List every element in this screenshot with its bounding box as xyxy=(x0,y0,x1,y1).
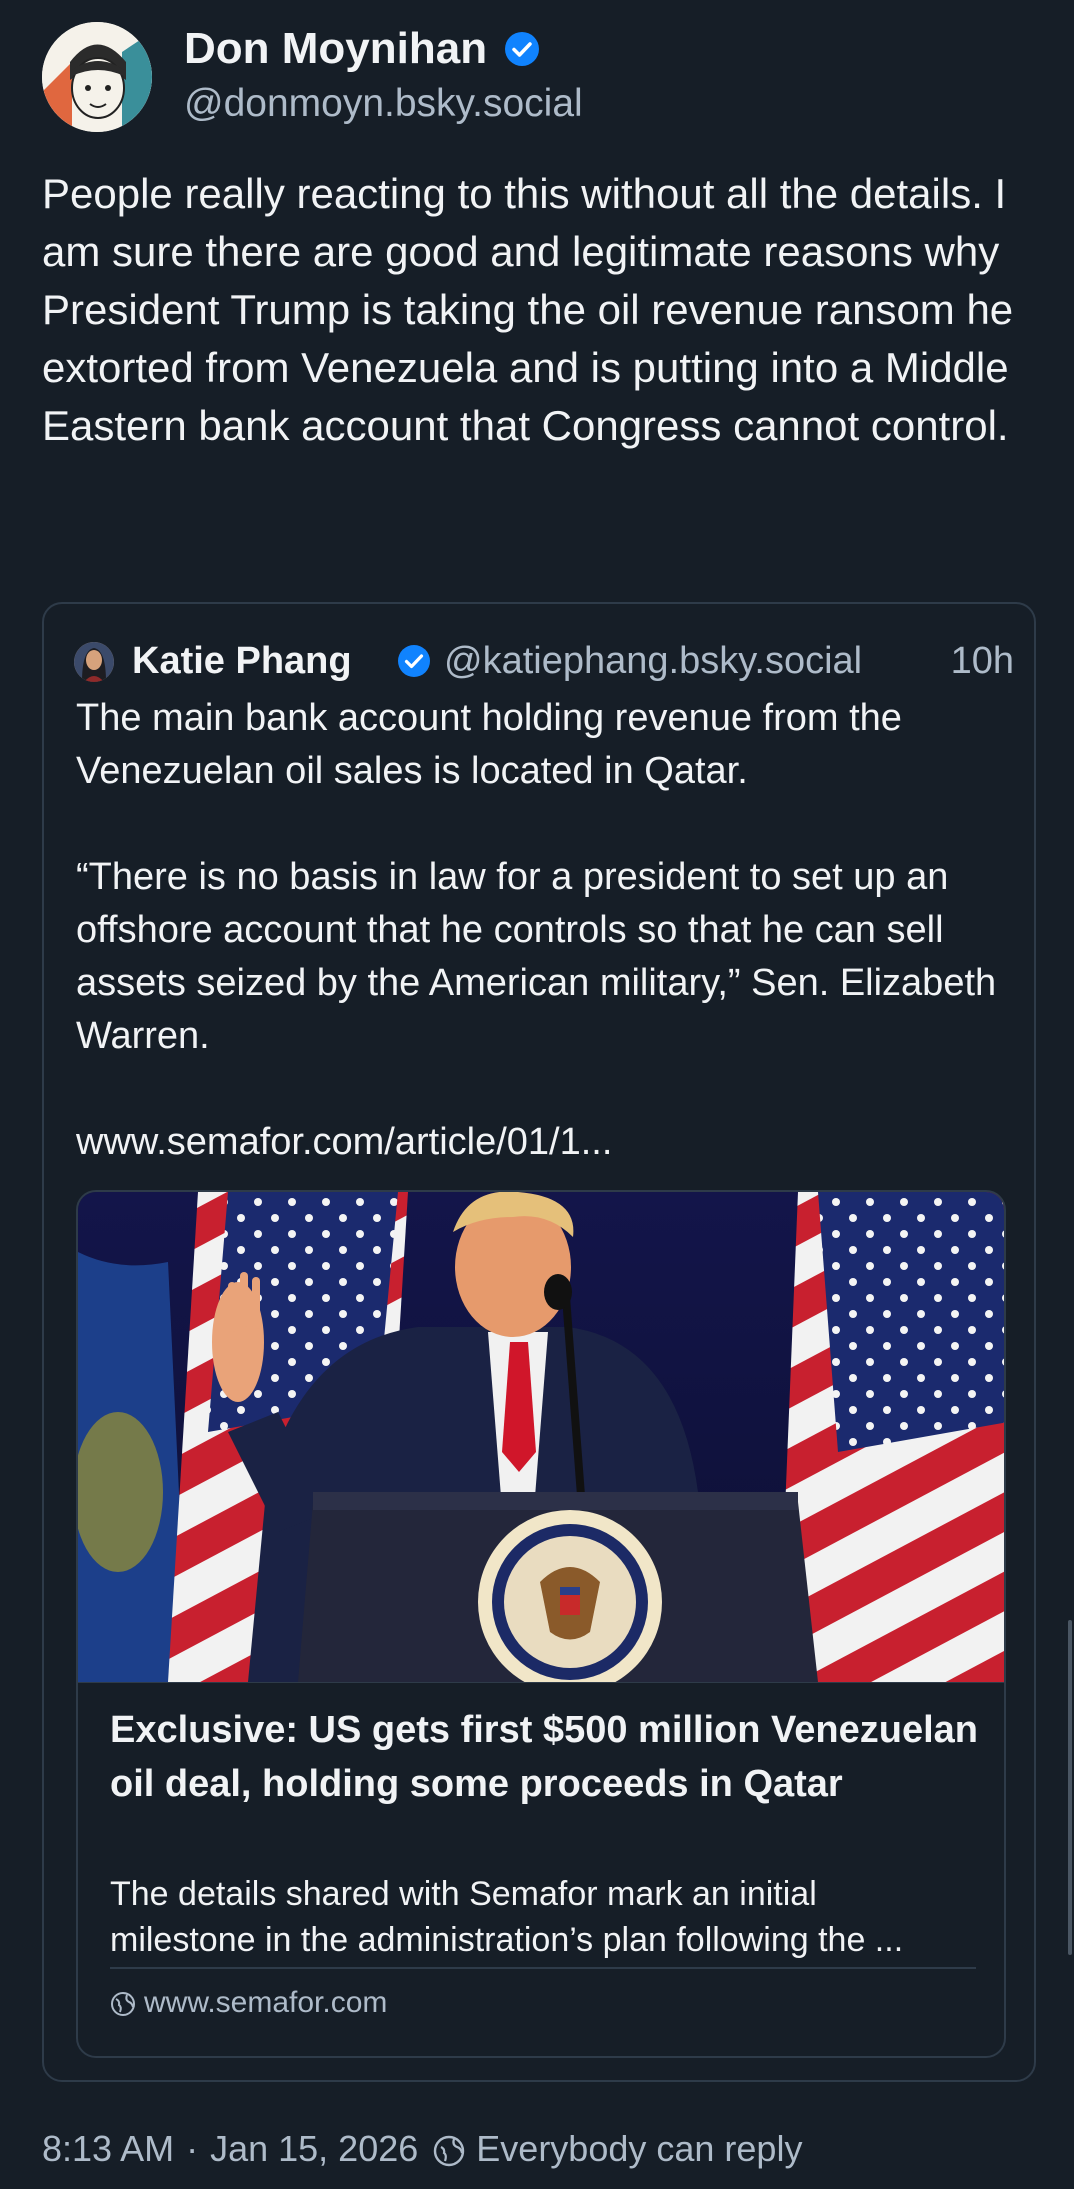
quoted-post-time[interactable]: 10h xyxy=(951,640,1014,683)
link-preview-divider xyxy=(110,1967,976,1969)
reply-restriction-icon xyxy=(434,2135,465,2167)
meta-separator: · xyxy=(186,2128,199,2169)
reply-setting[interactable]: Everybody can reply xyxy=(476,2128,802,2169)
verified-badge-icon xyxy=(398,645,430,677)
link-preview-description: The details shared with Semafor mark an … xyxy=(110,1875,904,1959)
author-display-name[interactable]: Don Moynihan xyxy=(184,24,487,74)
scrollbar[interactable] xyxy=(1068,1620,1072,1955)
post-timestamp[interactable]: 8:13 AM xyxy=(42,2128,174,2169)
link-preview-domain-text: www.semafor.com xyxy=(144,1986,388,2019)
post-text: People really reacting to this without a… xyxy=(42,170,1014,449)
quoted-post-header: Katie Phang @katiephang.bsky.social 10h xyxy=(74,636,1014,686)
verified-badge-icon xyxy=(504,32,539,66)
link-preview-body: Exclusive: US gets first $500 million Ve… xyxy=(78,1682,1004,2056)
quoted-author-handle[interactable]: @katiephang.bsky.social xyxy=(444,640,862,683)
quoted-post-text: The main bank account holding revenue fr… xyxy=(76,697,997,1163)
author-handle[interactable]: @donmoyn.bsky.social xyxy=(184,82,583,126)
quoted-author-display-name[interactable]: Katie Phang xyxy=(132,640,352,683)
link-preview-image xyxy=(78,1192,1004,1694)
post-meta: 8:13 AM · Jan 15, 2026 Everybody can reply xyxy=(42,2128,802,2170)
quoted-author-avatar[interactable] xyxy=(74,642,114,682)
link-preview-domain[interactable]: www.semafor.com xyxy=(110,1986,387,2020)
post-date[interactable]: Jan 15, 2026 xyxy=(210,2128,418,2169)
post-header: Don Moynihan @donmoyn.bsky.social xyxy=(42,22,1042,132)
link-preview-card[interactable]: Exclusive: US gets first $500 million Ve… xyxy=(76,1190,1006,2058)
globe-icon xyxy=(111,1992,135,2016)
quoted-post[interactable]: Katie Phang @katiephang.bsky.social 10h … xyxy=(42,602,1036,2082)
link-preview-title[interactable]: Exclusive: US gets first $500 million Ve… xyxy=(110,1703,980,1811)
author-avatar[interactable] xyxy=(42,22,152,132)
